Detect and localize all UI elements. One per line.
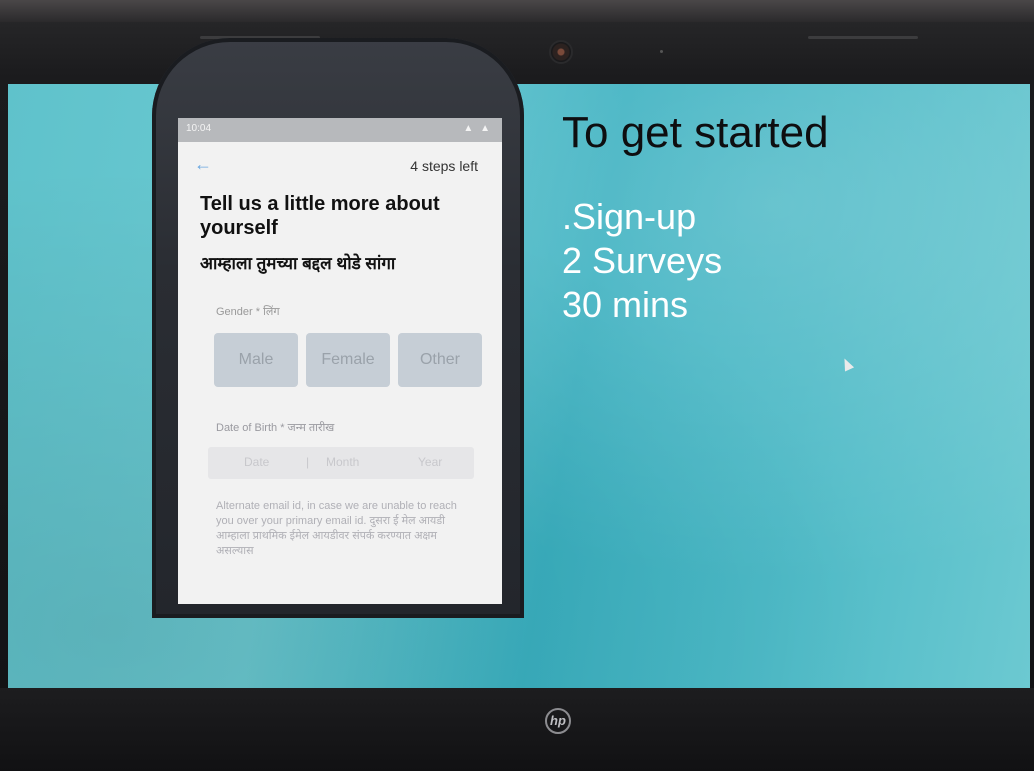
form-title: Tell us a little more about yourself: [200, 193, 440, 239]
gender-label: Gender * लिंग: [216, 306, 280, 318]
hp-logo: hp: [545, 708, 571, 734]
status-time: 10:04: [186, 123, 212, 134]
webcam-icon: [549, 40, 573, 64]
dob-input-row: Date | Month Year: [208, 447, 474, 479]
status-bar: 10:04 ▲ ▲: [178, 118, 502, 142]
gender-other-button[interactable]: Other: [398, 333, 482, 387]
dob-year-input[interactable]: Year: [418, 455, 442, 469]
dob-month-input[interactable]: Month: [326, 455, 359, 469]
back-arrow-icon[interactable]: ←: [194, 154, 212, 175]
bullet-signup: .Sign-up: [562, 196, 697, 237]
bottom-bezel: [0, 688, 1034, 771]
gender-female-button[interactable]: Female: [306, 333, 390, 387]
top-bezel: [0, 0, 1034, 22]
status-icons: ▲ ▲: [463, 123, 492, 134]
bezel-edge-right: [808, 36, 918, 39]
dob-label: Date of Birth * जन्म तारीख: [216, 422, 335, 434]
phone-screen: 10:04 ▲ ▲ ← 4 steps left Tell us a littl…: [178, 118, 502, 604]
slide-headline: To get started: [562, 108, 829, 157]
form-subtitle: आम्हाला तुमच्या बद्दल थोडे सांगा: [200, 254, 396, 273]
mic-dot: [660, 50, 663, 53]
dob-date-input[interactable]: Date: [244, 455, 269, 469]
bullet-surveys: 2 Surveys: [562, 240, 723, 281]
dob-separator: |: [306, 455, 310, 469]
alt-email-field[interactable]: Alternate email id, in case we are unabl…: [216, 499, 476, 559]
steps-left: 4 steps left: [410, 158, 478, 174]
gender-male-button[interactable]: Male: [214, 333, 298, 387]
bullet-duration: 30 mins: [562, 284, 689, 325]
